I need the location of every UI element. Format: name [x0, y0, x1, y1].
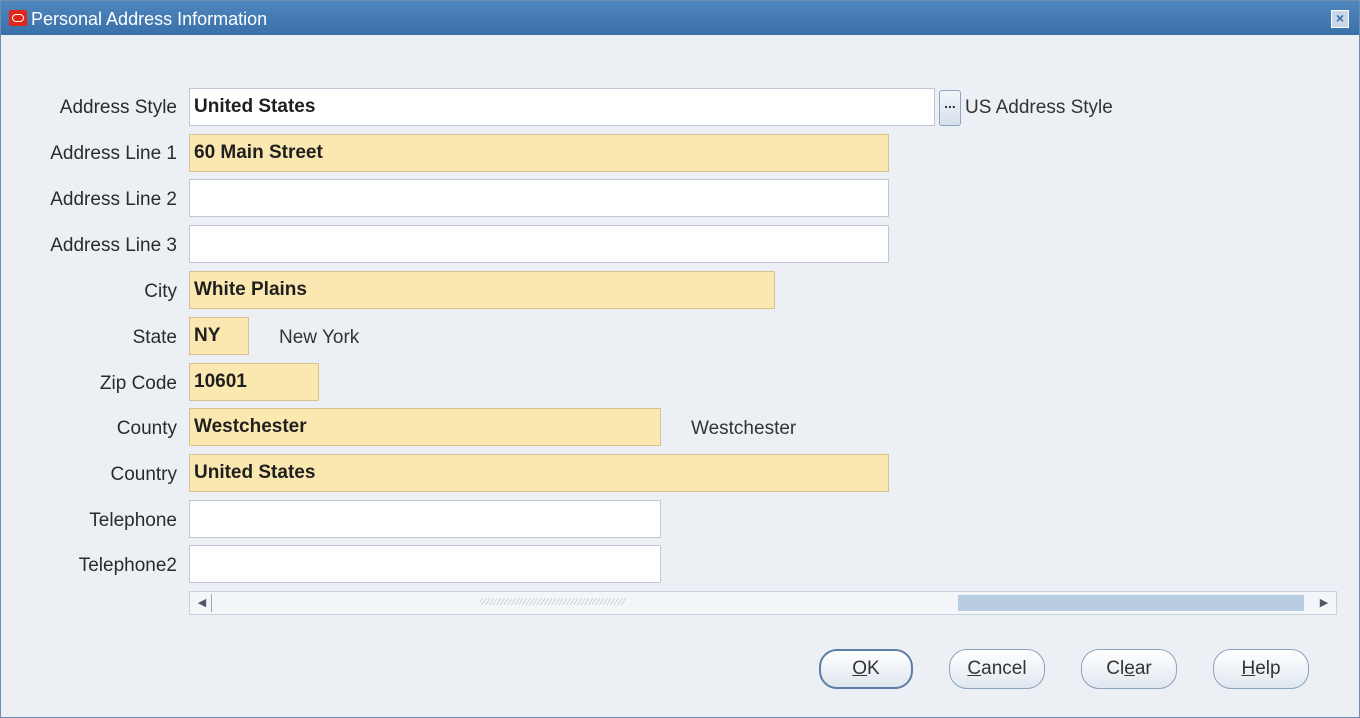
address-line-2-field[interactable]	[189, 179, 889, 217]
cancel-button[interactable]: Cancel	[949, 649, 1045, 689]
clear-pre: Cl	[1106, 658, 1125, 679]
state-label: State	[132, 327, 177, 348]
city-field[interactable]: White Plains	[189, 271, 775, 309]
county-label: County	[116, 418, 177, 439]
telephone-label: Telephone	[89, 510, 177, 531]
county-field[interactable]: Westchester	[189, 408, 661, 446]
address-dialog: Personal Address Information × Address S…	[0, 0, 1360, 718]
oracle-logo-icon	[9, 10, 27, 26]
county-description: Westchester	[691, 418, 797, 439]
scrollbar-grip[interactable]: ⁄⁄⁄⁄⁄⁄⁄⁄⁄⁄⁄⁄⁄⁄⁄⁄⁄⁄⁄⁄⁄⁄⁄⁄⁄⁄⁄⁄⁄⁄⁄⁄⁄⁄⁄⁄⁄⁄⁄⁄	[480, 595, 712, 611]
help-rest: elp	[1255, 658, 1281, 679]
clear-button[interactable]: Clear	[1081, 649, 1177, 689]
horizontal-scrollbar[interactable]: ◀ ⁄⁄⁄⁄⁄⁄⁄⁄⁄⁄⁄⁄⁄⁄⁄⁄⁄⁄⁄⁄⁄⁄⁄⁄⁄⁄⁄⁄⁄⁄⁄⁄⁄⁄⁄⁄⁄⁄…	[189, 591, 1337, 615]
address-style-description: US Address Style	[965, 97, 1113, 118]
country-field[interactable]: United States	[189, 454, 889, 492]
cancel-rest: ancel	[981, 658, 1027, 679]
address-line-1-label: Address Line 1	[50, 143, 177, 164]
address-line-3-field[interactable]	[189, 225, 889, 263]
telephone-field[interactable]	[189, 500, 661, 538]
title-bar: Personal Address Information ×	[1, 1, 1359, 35]
ok-mnemonic: O	[852, 658, 868, 679]
clear-mnemonic: e	[1124, 658, 1135, 679]
zip-code-label: Zip Code	[99, 373, 177, 394]
cancel-mnemonic: C	[967, 658, 982, 679]
telephone2-field[interactable]	[189, 545, 661, 583]
city-label: City	[144, 281, 177, 302]
scroll-right-arrow-icon[interactable]: ▶	[1315, 594, 1333, 612]
help-mnemonic: H	[1241, 658, 1256, 679]
address-line-2-label: Address Line 2	[50, 189, 177, 210]
address-style-lov-button[interactable]: ...	[939, 90, 961, 126]
address-line-3-label: Address Line 3	[50, 235, 177, 256]
dialog-title: Personal Address Information	[31, 9, 268, 29]
scrollbar-thumb[interactable]	[958, 595, 1304, 611]
ok-rest: K	[867, 658, 880, 679]
state-field[interactable]: NY	[189, 317, 249, 355]
help-button[interactable]: Help	[1213, 649, 1309, 689]
close-button[interactable]: ×	[1331, 10, 1349, 28]
zip-code-field[interactable]: 10601	[189, 363, 319, 401]
telephone2-label: Telephone2	[78, 555, 177, 576]
address-line-1-field[interactable]: 60 Main Street	[189, 134, 889, 172]
ok-button[interactable]: OK	[819, 649, 913, 689]
scroll-left-arrow-icon[interactable]: ◀	[193, 594, 212, 612]
state-description: New York	[279, 327, 360, 348]
clear-rest: ar	[1134, 658, 1152, 679]
address-style-field[interactable]: United States	[189, 88, 935, 126]
address-style-label: Address Style	[59, 97, 177, 118]
country-label: Country	[110, 464, 177, 485]
